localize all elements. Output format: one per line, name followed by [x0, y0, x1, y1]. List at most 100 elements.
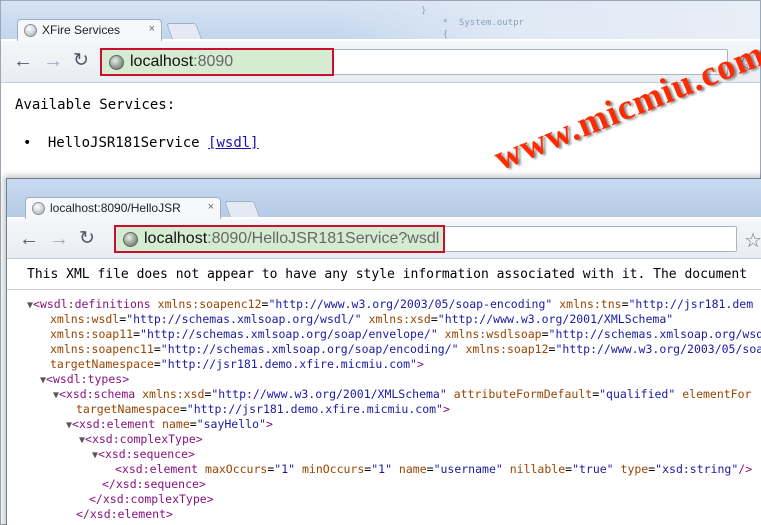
xml-attr: xmlns:soapenc12 — [157, 297, 262, 311]
tab-wsdl[interactable]: localhost:8090/HelloJSR × — [25, 197, 221, 219]
xml-attr: xmlns:soapenc11 — [50, 342, 154, 356]
xml-val: "http://schemas.xmlsoap.org/wsdl — [548, 327, 761, 341]
xml-line: targetNamespace="http://jsr181.demo.xfir… — [7, 357, 761, 372]
xml-text: = — [426, 462, 434, 476]
xml-line: ▼<xsd:sequence> — [7, 447, 761, 462]
reload-icon[interactable]: ↻ — [79, 229, 95, 249]
wsdl-link[interactable]: [wsdl] — [208, 135, 259, 151]
xml-line: ▼<wsdl:types> — [7, 372, 761, 387]
service-name: HelloJSR181Service — [47, 135, 200, 151]
xml-attr: xmlns:wsdl — [50, 312, 120, 326]
xml-text: = — [179, 402, 187, 416]
bookmark-star-icon[interactable]: ☆ — [735, 51, 753, 76]
new-tab-button[interactable] — [224, 201, 260, 217]
xml-val: "http://schemas.xmlsoap.org/soap/encodin… — [160, 342, 466, 356]
xml-val: "http://schemas.xmlsoap.org/wsdl/" — [126, 312, 369, 326]
xml-tag: </xsd:element> — [76, 507, 173, 521]
url-text[interactable]: localhost:8090 — [130, 53, 233, 71]
xml-tag: > — [265, 417, 273, 431]
browser-window-wsdl: localhost:8090/HelloJSR × ← → ↻ localhos… — [6, 178, 761, 525]
xml-tag: <xsd:element — [115, 462, 206, 476]
service-list: HelloJSR181Service [wsdl] — [15, 135, 760, 151]
xml-text: = — [621, 297, 629, 311]
xml-val: "http://www.w3.org/2001/XMLSchema" — [437, 312, 674, 326]
xml-val: "username" — [433, 462, 510, 476]
xml-tag: <xsd:sequence> — [98, 447, 195, 461]
forward-arrow-icon[interactable]: → — [49, 229, 69, 249]
xml-attr: xmlns:wsdlsoap — [444, 327, 542, 341]
xml-style-notice: This XML file does not appear to have an… — [7, 260, 761, 290]
xml-attr: attributeFormDefault — [453, 387, 593, 401]
tab-title: localhost:8090/HelloJSR — [50, 201, 181, 215]
xml-tag: </xsd:sequence> — [102, 477, 206, 491]
xml-text: = — [541, 327, 549, 341]
xml-text: = — [133, 327, 141, 341]
globe-icon — [123, 232, 138, 247]
xml-val: "sayHello" — [196, 417, 266, 431]
url-host: localhost — [130, 53, 194, 70]
xml-tree: ▼<wsdl:definitions xmlns:soapenc12="http… — [7, 290, 761, 522]
xml-line: ▼<xsd:schema xmlns:xsd="http://www.w3.or… — [7, 387, 761, 402]
forward-arrow-icon[interactable]: → — [43, 51, 63, 71]
tab-strip: localhost:8090/HelloJSR × — [7, 179, 761, 219]
address-bar[interactable]: localhost:8090 ☆ — [100, 48, 753, 76]
xml-tag: <xsd:element — [72, 417, 163, 431]
xml-attr: maxOccurs — [205, 462, 268, 476]
browser-toolbar: ← → ↻ localhost:8090/HelloJSR181Service?… — [7, 219, 761, 259]
tab-strip: } * System.outpr { XFire Services × — [1, 1, 760, 41]
xml-attr: xmlns:xsd — [142, 387, 205, 401]
bookmark-star-icon[interactable]: ☆ — [744, 228, 761, 253]
xml-viewer: This XML file does not appear to have an… — [7, 260, 761, 525]
xml-attr: targetNamespace — [76, 402, 180, 416]
new-tab-button[interactable] — [166, 23, 202, 39]
xml-line: xmlns:soapenc11="http://schemas.xmlsoap.… — [7, 342, 761, 357]
xml-tag: /> — [738, 462, 753, 476]
page-favicon-icon — [24, 24, 37, 37]
xml-attr: name — [162, 417, 190, 431]
xml-tag: <xsd:schema — [59, 387, 143, 401]
xml-attr: nillable — [509, 462, 566, 476]
xml-val: "http://jsr181.demo.xfire.micmiu.com" — [186, 402, 443, 416]
url-port: :8090 — [193, 53, 234, 70]
xml-val: "1" — [274, 462, 302, 476]
page-heading: Available Services: — [15, 97, 176, 113]
tab-xfire-services[interactable]: XFire Services × — [17, 19, 162, 41]
xml-attr: elementFor — [682, 387, 752, 401]
xml-attr: xmlns:tns — [559, 297, 622, 311]
xml-tag: > — [442, 402, 450, 416]
xml-val: "http://www.w3.org/2001/XMLSchema" — [211, 387, 454, 401]
close-icon[interactable]: × — [149, 23, 155, 35]
url-path: :8090/HelloJSR181Service?wsdl — [207, 230, 440, 247]
xml-line: <xsd:element maxOccurs="1" minOccurs="1"… — [7, 462, 761, 477]
services-page: Available Services: HelloJSR181Service [… — [15, 97, 760, 151]
xml-line: </xsd:sequence> — [7, 477, 761, 492]
xml-line: targetNamespace="http://jsr181.demo.xfir… — [7, 402, 761, 417]
xml-attr: xmlns:soap12 — [465, 342, 549, 356]
page-favicon-icon — [32, 202, 45, 215]
xml-tag: > — [416, 357, 424, 371]
xml-val: "http://jsr181.demo.xfire.micmiu.com" — [160, 357, 417, 371]
xml-line: </xsd:element> — [7, 507, 761, 522]
tab-title: XFire Services — [42, 23, 121, 37]
xml-tag: <wsdl:types> — [46, 372, 130, 386]
address-bar[interactable]: localhost:8090/HelloJSR181Service?wsdl ☆ — [114, 225, 761, 253]
xml-val: "qualified" — [599, 387, 683, 401]
url-host: localhost — [144, 230, 208, 247]
xml-attr: minOccurs — [301, 462, 365, 476]
xml-val: "xsd:string" — [655, 462, 739, 476]
xml-attr: xmlns:xsd — [368, 312, 431, 326]
back-arrow-icon[interactable]: ← — [19, 229, 39, 249]
xml-attr: xmlns:soap11 — [50, 327, 134, 341]
back-arrow-icon[interactable]: ← — [13, 51, 33, 71]
xml-val: "http://www.w3.org/2003/05/soap-encoding… — [268, 297, 560, 311]
xml-attr: name — [398, 462, 427, 476]
xml-val: "http://www.w3.org/2003/05/soap — [555, 342, 761, 356]
url-text[interactable]: localhost:8090/HelloJSR181Service?wsdl — [144, 230, 439, 248]
xml-text: = — [430, 312, 438, 326]
xml-line: xmlns:wsdl = "http://schemas.xmlsoap.org/w… — [7, 312, 761, 327]
reload-icon[interactable]: ↻ — [73, 51, 89, 71]
xml-tag: <xsd:complexType> — [85, 432, 203, 446]
xml-val: "http://schemas.xmlsoap.org/soap/envelop… — [140, 327, 445, 341]
xml-attr: targetNamespace — [50, 357, 154, 371]
close-icon[interactable]: × — [208, 201, 214, 213]
